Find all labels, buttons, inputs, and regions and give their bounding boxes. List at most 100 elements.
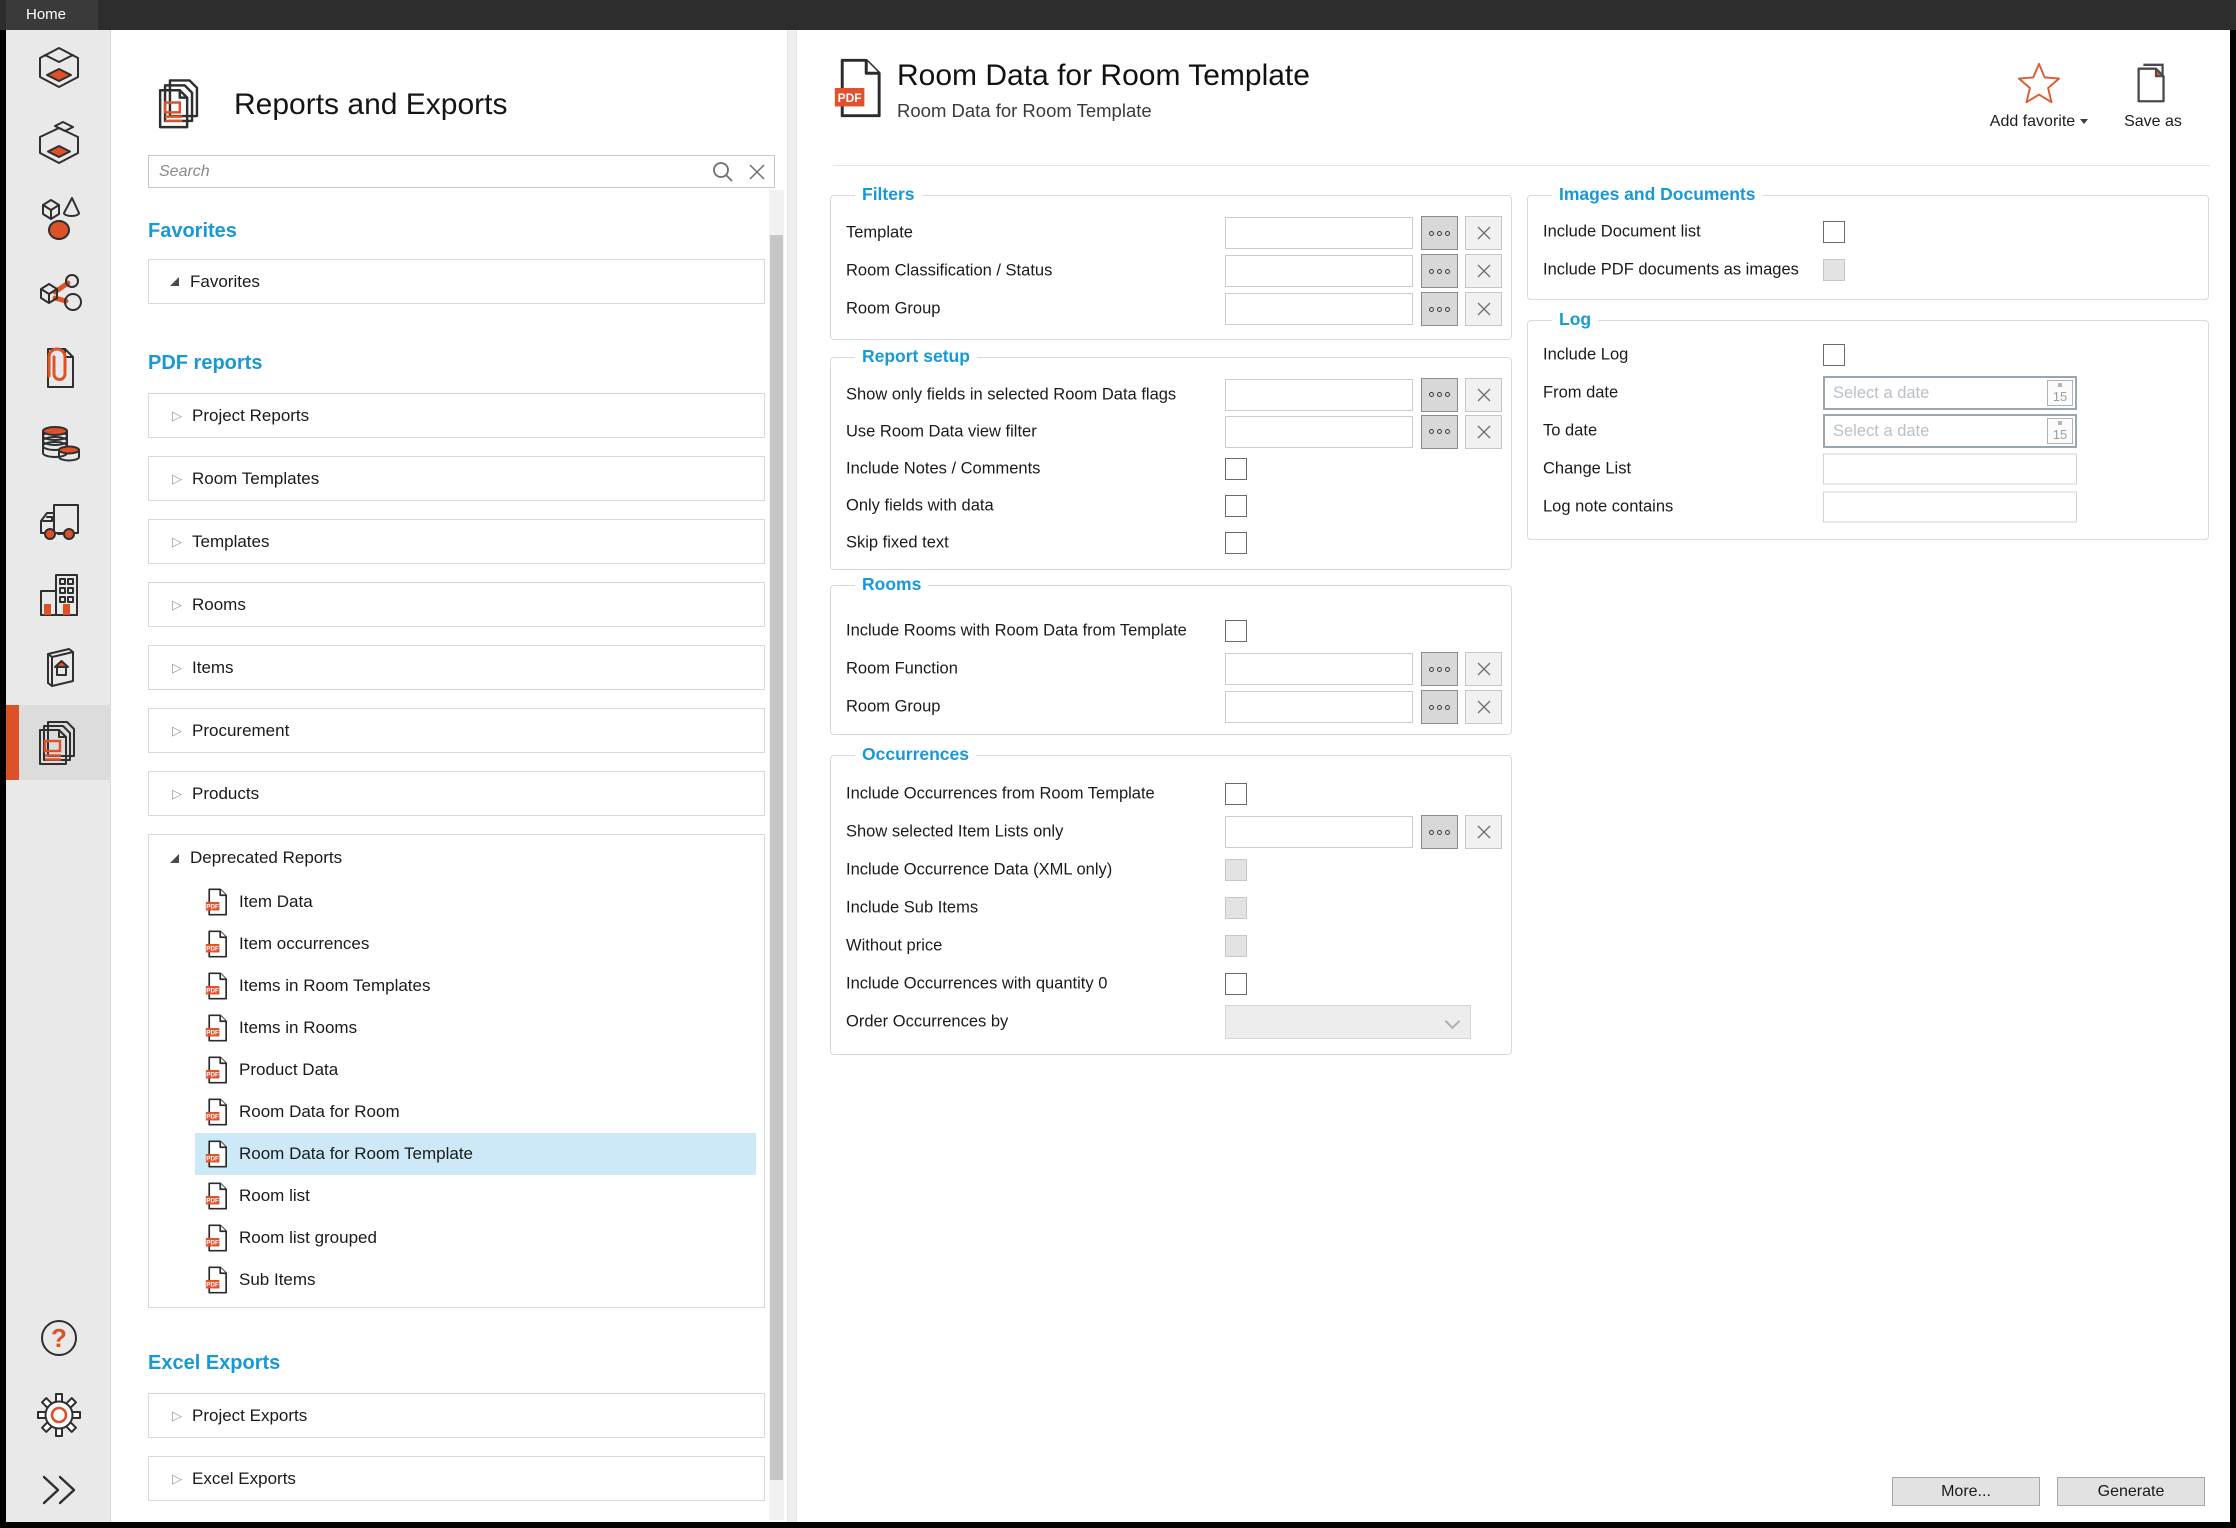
- form-row: Template: [831, 214, 1511, 252]
- tree-item-item-occurrences[interactable]: PDF Item occurrences: [149, 923, 764, 965]
- calendar-icon[interactable]: 15: [2047, 418, 2073, 444]
- sidebar-item-rooms[interactable]: [6, 37, 111, 99]
- sidebar-item-core[interactable]: [6, 638, 111, 700]
- sidebar-item-room-templates[interactable]: [6, 113, 111, 175]
- tree-item-items[interactable]: ▷ Items: [148, 645, 765, 690]
- chevron-right-icon[interactable]: ▷: [172, 1471, 184, 1487]
- room-group-clear-button[interactable]: [1465, 292, 1502, 326]
- clear-icon: [1475, 300, 1493, 318]
- item-lists-clear-button[interactable]: [1465, 815, 1502, 849]
- search-icon[interactable]: [706, 160, 740, 184]
- tree-item-items-in-rooms[interactable]: PDF Items in Rooms: [149, 1007, 764, 1049]
- room-function-input[interactable]: [1225, 653, 1413, 685]
- tree-item-room-list-grouped[interactable]: PDF Room list grouped: [149, 1217, 764, 1259]
- item-lists-input[interactable]: [1225, 816, 1413, 848]
- include-notes-checkbox[interactable]: [1225, 458, 1247, 480]
- room-group-browse-button[interactable]: [1421, 292, 1458, 326]
- panel-scrollbar[interactable]: [769, 190, 784, 1520]
- room-classification-browse-button[interactable]: [1421, 254, 1458, 288]
- room-function-clear-button[interactable]: [1465, 652, 1502, 686]
- sidebar-item-finance[interactable]: [6, 412, 111, 474]
- tree-item-room-list[interactable]: PDF Room list: [149, 1175, 764, 1217]
- sidebar-item-settings[interactable]: [6, 1384, 111, 1446]
- more-button[interactable]: More...: [1892, 1477, 2040, 1506]
- room-data-flags-browse-button[interactable]: [1421, 378, 1458, 412]
- sidebar-item-logistics[interactable]: [6, 488, 111, 550]
- clear-search-icon[interactable]: [740, 161, 774, 183]
- change-list-input[interactable]: [1823, 454, 2077, 485]
- template-browse-button[interactable]: [1421, 216, 1458, 250]
- room-data-view-filter-input[interactable]: [1225, 416, 1413, 448]
- rooms-room-group-input[interactable]: [1225, 691, 1413, 723]
- chevron-right-icon[interactable]: ▷: [172, 723, 184, 739]
- room-group-input[interactable]: [1225, 293, 1413, 325]
- include-document-list-checkbox[interactable]: [1823, 221, 1845, 243]
- form-row: Room Group: [831, 290, 1511, 328]
- tree-item-procurement[interactable]: ▷ Procurement: [148, 708, 765, 753]
- chevron-expanded-icon[interactable]: [170, 854, 179, 863]
- log-note-input[interactable]: [1823, 492, 2077, 523]
- tree-item-project-reports[interactable]: ▷ Project Reports: [148, 393, 765, 438]
- quantity-zero-checkbox[interactable]: [1225, 973, 1247, 995]
- chevron-right-icon[interactable]: ▷: [172, 786, 184, 802]
- sidebar-item-help[interactable]: ?: [6, 1307, 111, 1369]
- room-classification-input[interactable]: [1225, 255, 1413, 287]
- scrollbar-thumb[interactable]: [770, 235, 783, 1480]
- tree-item-excel-exports[interactable]: ▷ Excel Exports: [148, 1456, 765, 1501]
- chevron-expanded-icon[interactable]: [170, 277, 179, 286]
- order-occurrences-select[interactable]: [1225, 1005, 1471, 1039]
- sidebar-item-documents[interactable]: [6, 337, 111, 399]
- tree-item-project-exports[interactable]: ▷ Project Exports: [148, 1393, 765, 1438]
- chevron-right-icon[interactable]: ▷: [172, 408, 184, 424]
- add-favorite-button[interactable]: Add favorite: [1979, 60, 2099, 132]
- include-rooms-from-template-checkbox[interactable]: [1225, 620, 1247, 642]
- sidebar-item-reports[interactable]: [6, 705, 111, 780]
- tree-item-sub-items[interactable]: PDF Sub Items: [149, 1259, 764, 1301]
- chevron-right-icon[interactable]: ▷: [172, 597, 184, 613]
- chevron-right-icon[interactable]: ▷: [172, 1408, 184, 1424]
- rooms-room-group-clear-button[interactable]: [1465, 690, 1502, 724]
- tree-item-deprecated-reports[interactable]: Deprecated Reports: [149, 835, 764, 881]
- tree-item-item-data[interactable]: PDF Item Data: [149, 881, 764, 923]
- room-data-flags-input[interactable]: [1225, 379, 1413, 411]
- only-fields-with-data-checkbox[interactable]: [1225, 495, 1247, 517]
- include-occurrences-checkbox[interactable]: [1225, 783, 1247, 805]
- form-row: Room Group: [831, 688, 1511, 726]
- calendar-icon[interactable]: 15: [2047, 380, 2073, 406]
- tree-item-products[interactable]: ▷ Products: [148, 771, 765, 816]
- generate-button[interactable]: Generate: [2057, 1477, 2205, 1506]
- tree-item-favorites[interactable]: Favorites: [148, 259, 765, 304]
- tree-item-templates[interactable]: ▷ Templates: [148, 519, 765, 564]
- item-lists-browse-button[interactable]: [1421, 815, 1458, 849]
- sidebar-item-buildings[interactable]: [6, 564, 111, 626]
- room-data-view-filter-browse-button[interactable]: [1421, 415, 1458, 449]
- tree-item-items-in-room-templates[interactable]: PDF Items in Room Templates: [149, 965, 764, 1007]
- sidebar-item-items[interactable]: [6, 187, 111, 249]
- tree-item-product-data[interactable]: PDF Product Data: [149, 1049, 764, 1091]
- rooms-room-group-browse-button[interactable]: [1421, 690, 1458, 724]
- from-date-picker[interactable]: Select a date 15: [1823, 376, 2077, 410]
- sidebar-item-products[interactable]: [6, 263, 111, 325]
- room-function-browse-button[interactable]: [1421, 652, 1458, 686]
- room-classification-clear-button[interactable]: [1465, 254, 1502, 288]
- chevron-right-icon[interactable]: ▷: [172, 471, 184, 487]
- to-date-picker[interactable]: Select a date 15: [1823, 414, 2077, 448]
- report-detail: PDF Room Data for Room Template Room Dat…: [797, 30, 2230, 1522]
- tree-item-room-data-for-room[interactable]: PDF Room Data for Room: [149, 1091, 764, 1133]
- search-input[interactable]: [149, 163, 706, 181]
- save-as-button[interactable]: Save as: [2105, 60, 2201, 132]
- room-data-flags-clear-button[interactable]: [1465, 378, 1502, 412]
- room-data-view-filter-clear-button[interactable]: [1465, 415, 1502, 449]
- template-input[interactable]: [1225, 217, 1413, 249]
- include-log-checkbox[interactable]: [1823, 344, 1845, 366]
- tree-item-room-templates[interactable]: ▷ Room Templates: [148, 456, 765, 501]
- tree-item-rooms[interactable]: ▷ Rooms: [148, 582, 765, 627]
- template-clear-button[interactable]: [1465, 216, 1502, 250]
- chevron-right-icon[interactable]: ▷: [172, 660, 184, 676]
- home-tab[interactable]: Home: [6, 0, 98, 30]
- sidebar-item-expand[interactable]: [6, 1459, 111, 1521]
- chevron-right-icon[interactable]: ▷: [172, 534, 184, 550]
- save-as-icon: [2130, 60, 2176, 108]
- tree-item-room-data-for-room-template-selected[interactable]: PDF Room Data for Room Template: [195, 1133, 756, 1175]
- skip-fixed-text-checkbox[interactable]: [1225, 532, 1247, 554]
